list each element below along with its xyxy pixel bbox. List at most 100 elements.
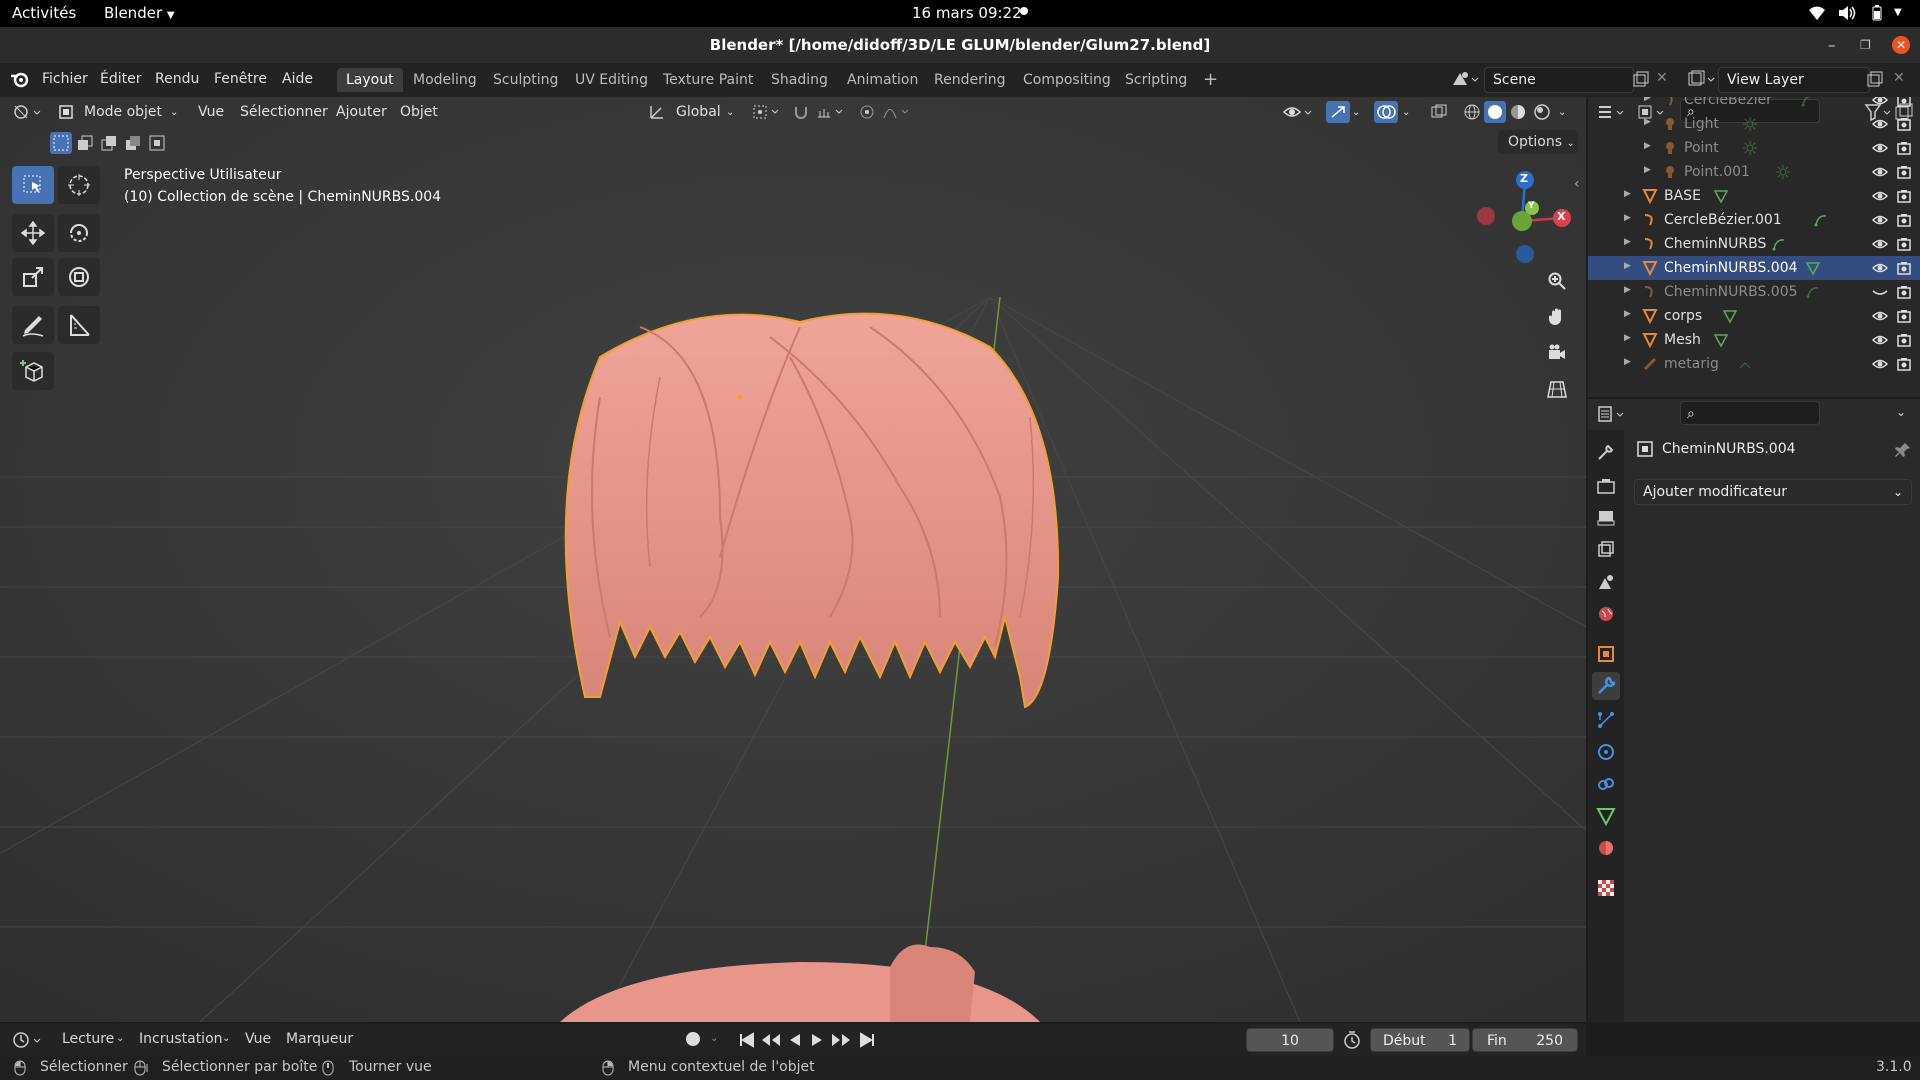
proportional-editing-icon[interactable] xyxy=(858,103,876,121)
outliner-row[interactable]: ▶ corps xyxy=(1588,304,1920,328)
visibility-eye-icon[interactable] xyxy=(1872,332,1888,348)
tool-rotate[interactable] xyxy=(58,214,100,252)
visibility-eye-icon[interactable] xyxy=(1872,116,1888,132)
gizmo-toggle-icon[interactable] xyxy=(1326,101,1350,123)
outliner-row-name[interactable]: CercleBézier.001 xyxy=(1664,212,1782,228)
tab-modeling[interactable]: Modeling xyxy=(404,68,486,92)
falloff-icon[interactable] xyxy=(882,103,912,121)
auto-keying-chevron-icon[interactable]: ⌄ xyxy=(710,1033,718,1044)
auto-keying-icon[interactable] xyxy=(686,1032,700,1046)
blender-logo-icon[interactable] xyxy=(10,70,30,88)
overlays-chevron-icon[interactable]: ⌄ xyxy=(1402,107,1410,118)
close-icon[interactable]: ✕ xyxy=(1892,36,1910,54)
outliner-row[interactable]: ▶ Point.001 xyxy=(1588,160,1920,184)
tab-compositing[interactable]: Compositing xyxy=(1014,68,1120,92)
tool-select-box[interactable] xyxy=(12,166,54,204)
render-camera-icon[interactable] xyxy=(1896,212,1912,228)
blender-app-menu[interactable]: Blender ▼ xyxy=(104,4,175,22)
menu-edit[interactable]: Éditer xyxy=(100,71,141,87)
outliner-row-name[interactable]: CheminNURBS.005 xyxy=(1664,284,1798,300)
tool-measure[interactable] xyxy=(58,306,100,344)
3d-viewport[interactable] xyxy=(0,97,1586,1022)
new-view-layer-icon[interactable] xyxy=(1866,71,1884,89)
visibility-eye-icon[interactable] xyxy=(1872,236,1888,252)
menu-add[interactable]: Ajouter xyxy=(336,104,387,120)
constraints-tab-icon[interactable] xyxy=(1596,774,1616,794)
outliner-row[interactable]: ▶ Point xyxy=(1588,136,1920,160)
volume-icon[interactable] xyxy=(1838,5,1856,21)
shading-solid-icon[interactable] xyxy=(1484,101,1506,123)
system-menu-chevron-icon[interactable]: ▼ xyxy=(1894,7,1902,18)
tool-cursor[interactable] xyxy=(58,166,100,204)
select-new-icon[interactable] xyxy=(50,132,72,154)
outliner-row-name[interactable]: Point.001 xyxy=(1684,164,1750,180)
outliner-row-name[interactable]: Point xyxy=(1684,140,1719,156)
add-modifier-dropdown[interactable]: Ajouter modificateur ⌄ xyxy=(1634,479,1912,505)
outliner-row[interactable]: ▶ CheminNURBS.004 xyxy=(1588,255,1920,280)
frame-end-field[interactable]: Fin 250 xyxy=(1472,1028,1578,1052)
jump-keyframe-back-icon[interactable] xyxy=(760,1030,782,1050)
render-camera-icon[interactable] xyxy=(1896,188,1912,204)
scene-name-field[interactable]: Scene xyxy=(1484,67,1634,93)
output-tab-icon[interactable] xyxy=(1596,508,1616,528)
properties-editor-type-icon[interactable] xyxy=(1596,404,1628,424)
outliner-row-name[interactable]: Mesh xyxy=(1664,332,1701,348)
options-button[interactable]: Options ⌄ xyxy=(1498,130,1578,154)
menu-marker[interactable]: Marqueur xyxy=(286,1031,353,1047)
axis-neg-x-icon[interactable] xyxy=(1477,207,1495,225)
visibility-eye-icon[interactable] xyxy=(1872,164,1888,180)
outliner-row[interactable]: ▶ Mesh xyxy=(1588,328,1920,352)
minimize-icon[interactable]: – xyxy=(1828,27,1836,63)
delete-scene-icon[interactable]: ✕ xyxy=(1656,70,1668,86)
visibility-eye-icon[interactable] xyxy=(1872,308,1888,324)
tool-add-cube[interactable] xyxy=(12,352,54,390)
jump-keyframe-forward-icon[interactable] xyxy=(830,1030,852,1050)
render-camera-icon[interactable] xyxy=(1896,140,1912,156)
view-layer-icon[interactable] xyxy=(1686,69,1716,89)
visibility-eye-icon[interactable] xyxy=(1872,140,1888,156)
expand-arrow-icon[interactable]: ▶ xyxy=(1624,285,1631,295)
visibility-eye-icon[interactable] xyxy=(1872,260,1888,276)
transform-orientation-selector[interactable]: Global xyxy=(676,104,721,120)
snap-target-icon[interactable] xyxy=(816,103,846,121)
menu-playback[interactable]: Lecture xyxy=(62,1031,114,1047)
material-tab-icon[interactable] xyxy=(1596,838,1616,858)
render-camera-icon[interactable] xyxy=(1896,284,1912,300)
physics-tab-icon[interactable] xyxy=(1596,742,1616,762)
scene-tab-icon[interactable] xyxy=(1596,572,1616,592)
expand-arrow-icon[interactable]: ▶ xyxy=(1624,237,1631,247)
render-camera-icon[interactable] xyxy=(1896,260,1912,276)
xray-toggle-icon[interactable] xyxy=(1430,103,1448,121)
particles-tab-icon[interactable] xyxy=(1596,710,1616,730)
outliner-row-name[interactable]: BASE xyxy=(1664,188,1701,204)
tool-transform[interactable] xyxy=(58,258,100,296)
scene-selector-icon[interactable] xyxy=(1450,69,1480,89)
tab-scripting[interactable]: Scripting xyxy=(1116,68,1196,92)
visibility-eye-icon[interactable] xyxy=(1872,212,1888,228)
outliner-row[interactable]: ▶ metarig xyxy=(1588,352,1920,376)
shading-wireframe-icon[interactable] xyxy=(1462,102,1482,122)
render-camera-icon[interactable] xyxy=(1896,356,1912,372)
menu-help[interactable]: Aide xyxy=(282,71,313,87)
texture-tab-icon[interactable] xyxy=(1596,878,1616,898)
visibility-selector-icon[interactable] xyxy=(1282,102,1314,122)
expand-arrow-icon[interactable]: ▶ xyxy=(1644,141,1651,151)
play-icon[interactable] xyxy=(808,1030,826,1050)
expand-arrow-icon[interactable]: ▶ xyxy=(1624,333,1631,343)
expand-arrow-icon[interactable]: ▶ xyxy=(1644,165,1651,175)
pin-icon[interactable] xyxy=(1894,441,1912,459)
outliner-row-name[interactable]: metarig xyxy=(1664,356,1719,372)
outliner-row-name[interactable]: Light xyxy=(1684,116,1719,132)
world-tab-icon[interactable] xyxy=(1596,604,1616,624)
menu-select[interactable]: Sélectionner xyxy=(240,104,328,120)
outliner-row-name[interactable]: CheminNURBS xyxy=(1664,236,1766,252)
tab-texture-paint[interactable]: Texture Paint xyxy=(654,68,762,92)
visibility-eye-icon[interactable] xyxy=(1872,97,1888,108)
menu-object[interactable]: Objet xyxy=(400,104,438,120)
render-camera-icon[interactable] xyxy=(1896,308,1912,324)
tool-settings-tab-icon[interactable] xyxy=(1596,442,1616,462)
play-reverse-icon[interactable] xyxy=(786,1030,804,1050)
mode-selector[interactable]: Mode objet xyxy=(84,104,162,120)
camera-view-icon[interactable] xyxy=(1542,338,1572,368)
snap-icon[interactable] xyxy=(792,103,810,121)
